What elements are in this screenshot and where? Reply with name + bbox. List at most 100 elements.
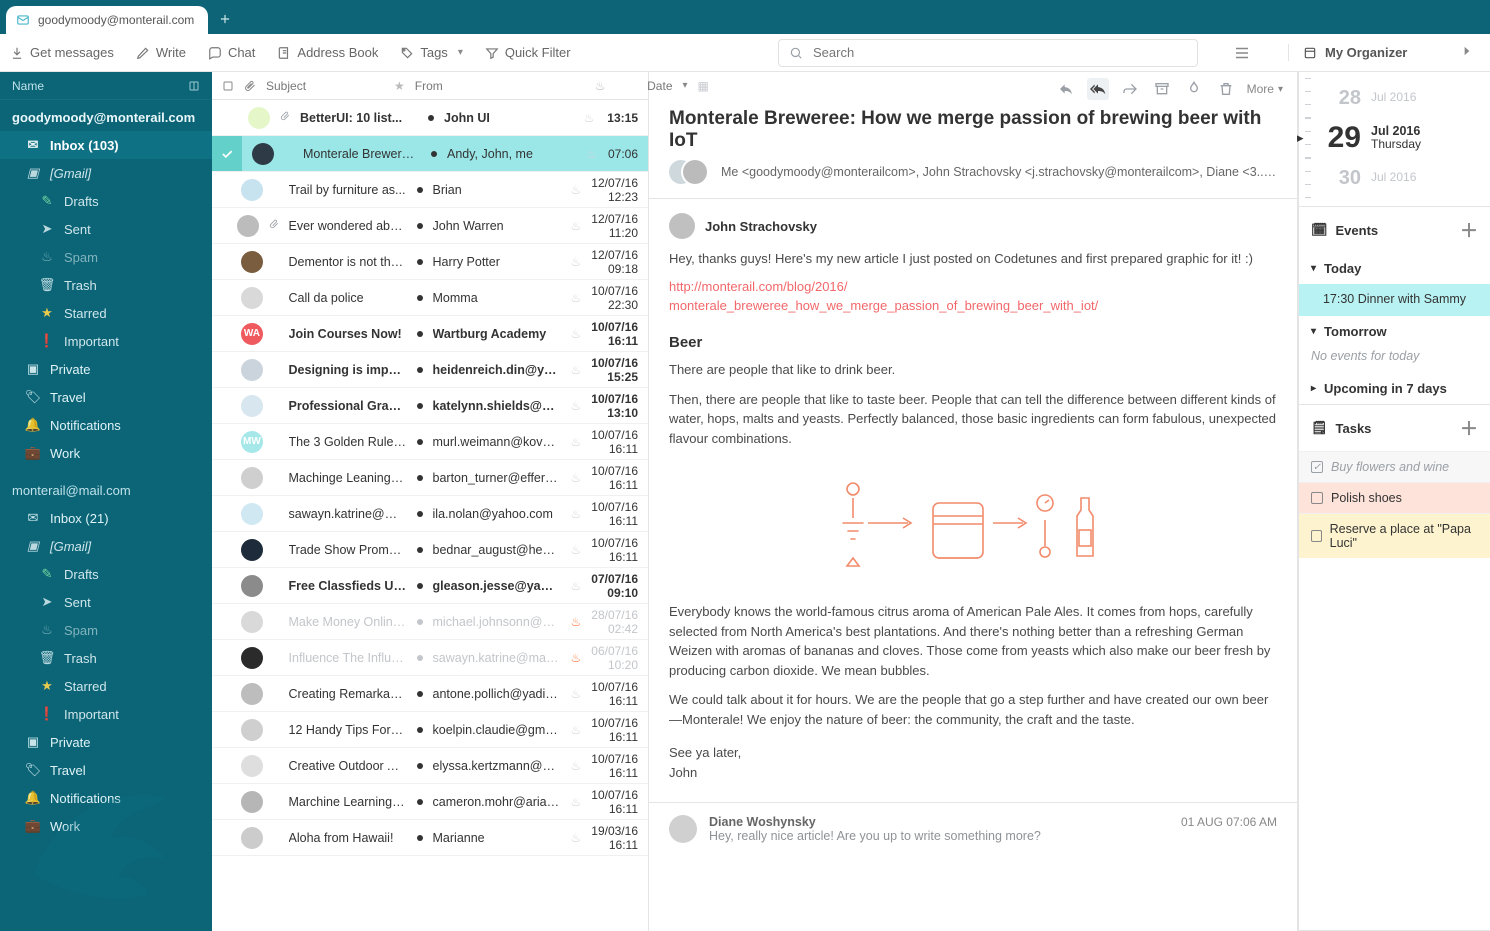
more-menu[interactable]: More ▾ bbox=[1247, 82, 1283, 96]
sidebar-gmail-2[interactable]: ▣[Gmail] bbox=[0, 532, 212, 560]
junk-button[interactable] bbox=[1183, 78, 1205, 100]
message-row[interactable]: 12 Handy Tips For Gener...koelpin.claudi… bbox=[212, 712, 648, 748]
task-item[interactable]: ✓Buy flowers and wine bbox=[1299, 451, 1490, 482]
write-button[interactable]: Write bbox=[136, 45, 186, 60]
message-row[interactable]: Ever wondered abou...John Warren♨12/07/1… bbox=[212, 208, 648, 244]
today-toggle[interactable]: ▾Today bbox=[1299, 253, 1490, 284]
delete-button[interactable] bbox=[1215, 78, 1237, 100]
reply-button[interactable] bbox=[1055, 78, 1077, 100]
sidebar-travel-label: Travel bbox=[50, 390, 86, 405]
more-label: More bbox=[1247, 82, 1274, 96]
sidebar-trash-2[interactable]: 🗑Trash bbox=[0, 644, 212, 672]
label: Work bbox=[50, 819, 80, 834]
task-checkbox[interactable]: ✓ bbox=[1311, 461, 1323, 473]
task-checkbox[interactable] bbox=[1311, 530, 1322, 542]
upcoming-toggle[interactable]: ▸Upcoming in 7 days bbox=[1299, 373, 1490, 404]
sidebar-starred-2[interactable]: ★Starred bbox=[0, 672, 212, 700]
archive-button[interactable] bbox=[1151, 78, 1173, 100]
sidebar-drafts-2[interactable]: ✎Drafts bbox=[0, 560, 212, 588]
sidebar-notifications-2[interactable]: 🔔Notifications bbox=[0, 784, 212, 812]
sidebar-drafts[interactable]: ✎Drafts bbox=[0, 187, 212, 215]
tab-account[interactable]: goodymoody@monterail.com bbox=[6, 6, 208, 34]
message-row[interactable]: Creating Remarkable Po...antone.pollich@… bbox=[212, 676, 648, 712]
cal-today[interactable]: ▸ 29 Jul 2016Thursday bbox=[1299, 118, 1490, 158]
reply-all-button[interactable] bbox=[1087, 78, 1109, 100]
sidebar-sent-2[interactable]: ➤Sent bbox=[0, 588, 212, 616]
sidebar-gmail[interactable]: ▣ [Gmail] bbox=[0, 159, 212, 187]
message-row[interactable]: Monterale Breweree: H...Andy, John, me♨0… bbox=[212, 136, 648, 172]
chat-button[interactable]: Chat bbox=[208, 45, 255, 60]
message-row[interactable]: Trade Show Promotionsbednar_august@hende… bbox=[212, 532, 648, 568]
new-tab-button[interactable] bbox=[216, 10, 234, 28]
message-row[interactable]: Make Money Online Thr...michael.johnsonn… bbox=[212, 604, 648, 640]
quick-filter-button[interactable]: Quick Filter bbox=[485, 45, 571, 60]
search-field[interactable] bbox=[778, 39, 1198, 67]
get-messages-button[interactable]: Get messages bbox=[10, 45, 114, 60]
today-event[interactable]: 17:30 Dinner with Sammy bbox=[1299, 284, 1490, 316]
message-row[interactable]: Designing is importantheidenreich.din@ya… bbox=[212, 352, 648, 388]
sidebar-travel-2[interactable]: 🏷Travel bbox=[0, 756, 212, 784]
sidebar-columns-icon[interactable] bbox=[188, 80, 200, 92]
col-subject[interactable]: Subject bbox=[266, 79, 384, 93]
row-checkbox[interactable] bbox=[212, 136, 242, 171]
sidebar-work-2[interactable]: 💼Work bbox=[0, 812, 212, 840]
sidebar-sent[interactable]: ➤Sent bbox=[0, 215, 212, 243]
task-item[interactable]: Polish shoes bbox=[1299, 482, 1490, 513]
add-task-button[interactable]: ＋ bbox=[1460, 415, 1478, 441]
message-row[interactable]: WAJoin Courses Now!Wartburg Academy♨10/0… bbox=[212, 316, 648, 352]
col-from[interactable]: From bbox=[415, 79, 585, 93]
message-row[interactable]: Creative Outdoor Adselyssa.kertzmann@yah… bbox=[212, 748, 648, 784]
heat-icon: ♨ bbox=[571, 399, 582, 413]
col-select[interactable] bbox=[222, 80, 234, 92]
label: Spam bbox=[64, 623, 98, 638]
message-row[interactable]: BetterUI: 10 list...John UI♨13:15 bbox=[212, 100, 648, 136]
sidebar-notifications[interactable]: 🔔Notifications bbox=[0, 411, 212, 439]
address-book-button[interactable]: Address Book bbox=[277, 45, 378, 60]
sidebar-inbox-label: Inbox (103) bbox=[50, 138, 119, 153]
heat-icon: ♨ bbox=[571, 759, 582, 773]
message-row[interactable]: sawayn.katrine@manley...ila.nolan@yahoo.… bbox=[212, 496, 648, 532]
body-p3: Everybody knows the world-famous citrus … bbox=[669, 602, 1277, 680]
sidebar-important-2[interactable]: ❗Important bbox=[0, 700, 212, 728]
message-row[interactable]: Marchine Learning is ...cameron.mohr@ari… bbox=[212, 784, 648, 820]
body-link-1[interactable]: http://monterail.com/blog/2016/ bbox=[669, 279, 848, 294]
col-star-icon[interactable]: ★ bbox=[394, 79, 405, 93]
message-row[interactable]: Trail by furniture as...Brian♨12/07/16 1… bbox=[212, 172, 648, 208]
message-row[interactable]: Professional Graphic De...katelynn.shiel… bbox=[212, 388, 648, 424]
sidebar-travel[interactable]: 🏷Travel bbox=[0, 383, 212, 411]
message-row[interactable]: Free Classfieds Using Th...gleason.jesse… bbox=[212, 568, 648, 604]
col-heat-icon[interactable]: ♨ bbox=[595, 79, 606, 93]
message-row[interactable]: MWThe 3 Golden Rules Proff...murl.weiman… bbox=[212, 424, 648, 460]
sidebar-private[interactable]: ▣Private bbox=[0, 355, 212, 383]
tomorrow-toggle[interactable]: ▾Tomorrow bbox=[1299, 316, 1490, 347]
row-subject: Machinge Leaning is ... bbox=[289, 471, 407, 485]
message-row[interactable]: Dementor is not that badHarry Potter♨12/… bbox=[212, 244, 648, 280]
sidebar-inbox-2[interactable]: ✉Inbox (21) bbox=[0, 504, 212, 532]
col-attach-icon[interactable] bbox=[244, 80, 256, 92]
sidebar-important[interactable]: ❗Important bbox=[0, 327, 212, 355]
account-header[interactable]: goodymoody@monterail.com bbox=[0, 100, 212, 131]
forward-button[interactable] bbox=[1119, 78, 1141, 100]
sidebar-private-2[interactable]: ▣Private bbox=[0, 728, 212, 756]
cal-month: Jul 2016 bbox=[1371, 125, 1421, 139]
account-header-2[interactable]: monterail@mail.com bbox=[0, 467, 212, 504]
sidebar-spam-2[interactable]: ♨Spam bbox=[0, 616, 212, 644]
sidebar-spam[interactable]: ♨Spam bbox=[0, 243, 212, 271]
body-link-2[interactable]: monterale_breweree_how_we_merge_passion_… bbox=[669, 298, 1098, 313]
message-row[interactable]: Aloha from Hawaii!Marianne♨19/03/16 16:1… bbox=[212, 820, 648, 856]
message-row[interactable]: Influence The Influence...sawayn.katrine… bbox=[212, 640, 648, 676]
sidebar-starred[interactable]: ★Starred bbox=[0, 299, 212, 327]
app-menu-button[interactable] bbox=[1230, 41, 1254, 65]
task-item[interactable]: Reserve a place at "Papa Luci" bbox=[1299, 513, 1490, 558]
sidebar-trash[interactable]: 🗑Trash bbox=[0, 271, 212, 299]
search-input[interactable] bbox=[811, 44, 1187, 61]
sidebar-work[interactable]: 💼Work bbox=[0, 439, 212, 467]
sidebar-inbox[interactable]: ✉ Inbox (103) bbox=[0, 131, 212, 159]
message-row[interactable]: Machinge Leaning is ...barton_turner@eff… bbox=[212, 460, 648, 496]
message-row[interactable]: Call da policeMomma♨10/07/16 22:30 bbox=[212, 280, 648, 316]
unread-dot bbox=[417, 619, 423, 625]
organizer-toggle[interactable] bbox=[1460, 44, 1474, 61]
task-checkbox[interactable] bbox=[1311, 492, 1323, 504]
add-event-button[interactable]: ＋ bbox=[1460, 217, 1478, 243]
tags-menu[interactable]: Tags bbox=[400, 45, 463, 60]
